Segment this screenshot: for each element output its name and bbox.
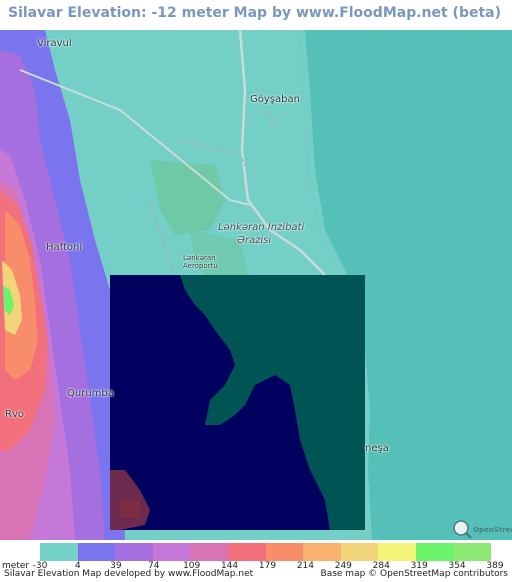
legend-swatch — [190, 543, 228, 561]
legend-swatch — [340, 543, 379, 561]
elevation-map[interactable]: Viravul Göyşaban Haftoni Qurumba Rvo neş… — [0, 30, 512, 540]
footer-credit: Silavar Elevation Map developed by www.F… — [4, 569, 254, 579]
legend-swatch — [115, 543, 153, 561]
legend-swatch — [265, 543, 304, 561]
openstreetmap-logo[interactable]: OpenStreetMap — [452, 518, 512, 540]
airport-label: Aeroportu — [183, 262, 218, 270]
legend-swatch — [303, 543, 341, 561]
legend-swatch — [453, 543, 492, 561]
legend-swatch — [227, 543, 266, 561]
footer-attribution: Base map © OpenStreetMap contributors — [320, 569, 508, 579]
title-bar: Silavar Elevation: -12 meter Map by www.… — [0, 0, 512, 30]
place-label: Viravul — [37, 38, 72, 49]
district-label: Ərazisi — [237, 235, 272, 246]
flood-overlay-highland-inner — [120, 500, 140, 518]
legend-swatch — [77, 543, 116, 561]
footer: Silavar Elevation Map developed by www.F… — [0, 568, 512, 582]
page-title: Silavar Elevation: -12 meter Map by www.… — [8, 5, 502, 21]
place-label: Haftoni — [46, 242, 83, 253]
district-label: Lənkəran İnzibati — [218, 222, 305, 233]
legend-swatch — [378, 543, 416, 561]
legend-swatch — [415, 543, 454, 561]
place-label: Qurumba — [67, 388, 114, 399]
legend-color-bar — [40, 543, 492, 561]
place-label: Rvo — [5, 409, 24, 420]
airport-label: Lənkəran — [183, 254, 216, 262]
osm-logo-text: OpenStreetMap — [473, 526, 512, 534]
place-label: Göyşaban — [250, 94, 300, 105]
legend-swatch — [40, 543, 78, 561]
place-label: neşa — [365, 443, 389, 454]
elevation-legend: meter -30 4 39 74 109 144 179 214 249 284 319 354 38… — [0, 541, 512, 571]
legend-swatch — [152, 543, 191, 561]
